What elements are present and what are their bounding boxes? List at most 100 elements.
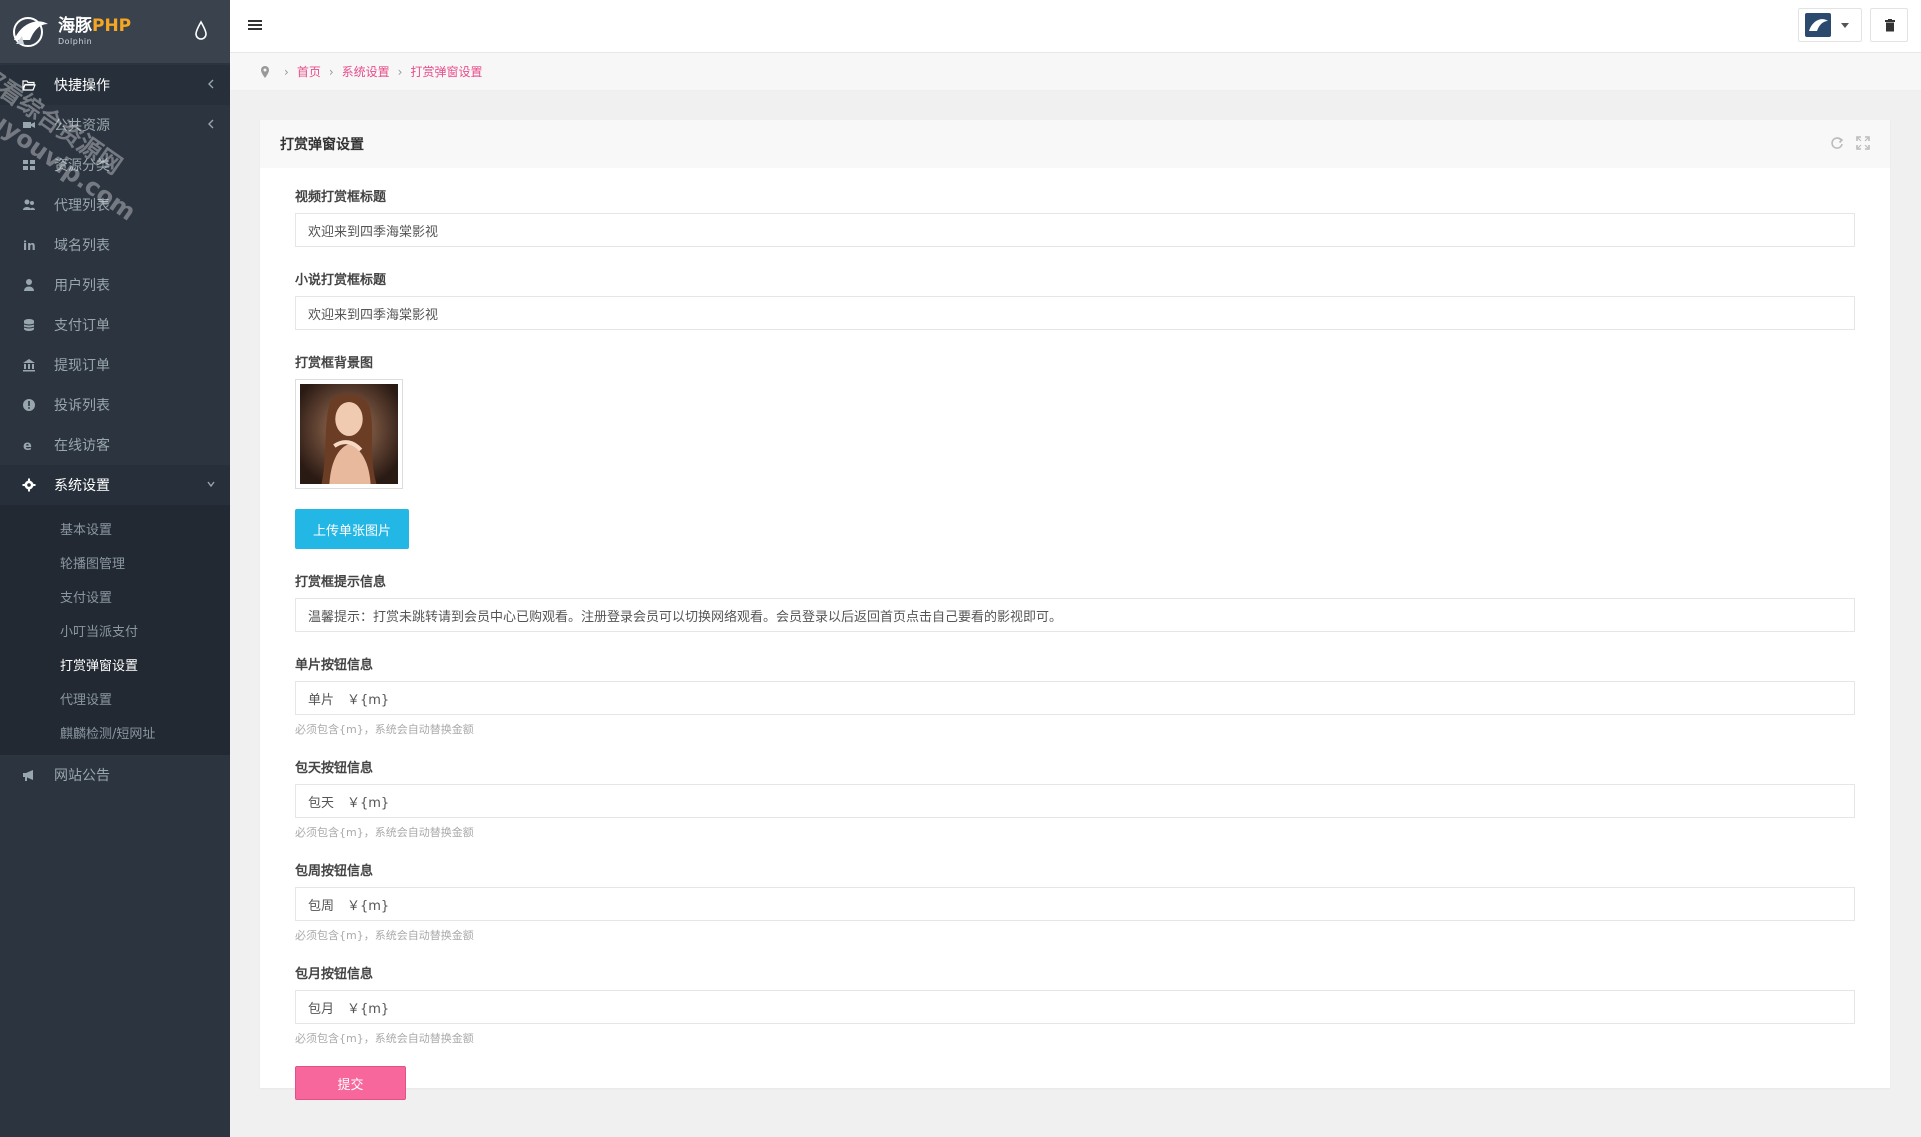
novel-title-label: 小说打赏框标题: [295, 273, 387, 288]
week-button-input[interactable]: [295, 887, 1855, 921]
day-button-help: 必须包含{m}，系统会自动替换金额: [295, 826, 474, 839]
single-button-help: 必须包含{m}，系统会自动替换金额: [295, 723, 474, 736]
video-title-input[interactable]: [295, 213, 1855, 247]
week-button-group: 包周按钮信息 必须包含{m}，系统会自动替换金额: [295, 860, 1855, 943]
svg-text:in: in: [23, 239, 36, 252]
sidebar-item-label: 提现订单: [54, 358, 110, 374]
sidebar-item-agent-list[interactable]: 代理列表: [0, 185, 230, 225]
map-marker-icon: [261, 65, 269, 78]
tip-label: 打赏框提示信息: [295, 575, 387, 590]
sidebar-item-label: 代理列表: [54, 198, 110, 214]
month-button-help: 必须包含{m}，系统会自动替换金额: [295, 1032, 474, 1045]
sidebar-nav-bottom: 网站公告: [0, 755, 230, 795]
breadcrumb-separator: ›: [397, 64, 403, 79]
submenu-item-agent-settings[interactable]: 代理设置: [0, 681, 230, 715]
chevron-left-icon: [208, 79, 214, 89]
background-image-group: 打赏框背景图 上传单张图片: [295, 352, 1855, 549]
chevron-down-icon: [207, 481, 215, 488]
background-image-label: 打赏框背景图: [295, 356, 374, 371]
sidebar-item-announcement[interactable]: 网站公告: [0, 755, 230, 795]
week-button-label: 包周按钮信息: [295, 864, 374, 879]
brand-name-php: PHP: [92, 15, 132, 36]
card-tools: [1830, 136, 1870, 150]
caret-down-icon: [1841, 23, 1849, 28]
theme-drop-icon[interactable]: [194, 20, 208, 40]
single-button-input[interactable]: [295, 681, 1855, 715]
background-image-thumbnail[interactable]: [295, 379, 403, 489]
breadcrumb-separator: ›: [328, 64, 334, 79]
breadcrumb-separator: ›: [284, 64, 289, 79]
month-button-group: 包月按钮信息 必须包含{m}，系统会自动替换金额: [295, 963, 1855, 1046]
novel-title-group: 小说打赏框标题: [295, 269, 1855, 330]
clear-cache-button[interactable]: [1870, 8, 1908, 42]
submit-button[interactable]: 提交: [295, 1066, 406, 1100]
breadcrumb-home-link[interactable]: 首页: [297, 63, 321, 80]
brand-name-en: Dolphin: [58, 36, 93, 46]
sidebar-item-label: 域名列表: [54, 238, 110, 254]
brand-name: 海豚PHP Dolphin: [58, 15, 132, 46]
database-icon: [23, 319, 35, 331]
submenu-item-payment-settings[interactable]: 支付设置: [0, 579, 230, 613]
system-settings-submenu: 基本设置 轮播图管理 支付设置 小叮当派支付 打赏弹窗设置 代理设置 麒麟检测/…: [0, 505, 230, 755]
submenu-item-carousel[interactable]: 轮播图管理: [0, 545, 230, 579]
user-menu-button[interactable]: [1798, 8, 1862, 42]
sidebar-item-domain-list[interactable]: in 域名列表: [0, 225, 230, 265]
brand-name-cn: 海豚: [58, 15, 92, 36]
video-icon: [23, 122, 35, 128]
gear-icon: [22, 478, 36, 492]
card-title: 打赏弹窗设置: [280, 137, 364, 153]
month-button-input[interactable]: [295, 990, 1855, 1024]
users-icon: [23, 199, 35, 210]
video-title-label: 视频打赏框标题: [295, 190, 387, 205]
submenu-item-qilin-shorturl[interactable]: 麒麟检测/短网址: [0, 715, 230, 749]
sidebar: 海豚PHP Dolphin 快捷操作 公共资源 资源分类 代理列表 in 域名列…: [0, 0, 230, 1137]
sidebar-item-public-resources[interactable]: 公共资源: [0, 105, 230, 145]
video-title-group: 视频打赏框标题: [295, 186, 1855, 247]
sidebar-item-label: 用户列表: [54, 278, 110, 294]
brand-logo-area[interactable]: 海豚PHP Dolphin: [0, 0, 230, 63]
breadcrumb-section-link[interactable]: 系统设置: [342, 63, 390, 80]
settings-card: 打赏弹窗设置 视频打赏框标题 小说打赏框标题 打赏框背景图: [260, 120, 1890, 1100]
card-header: 打赏弹窗设置: [260, 120, 1890, 168]
day-button-label: 包天按钮信息: [295, 761, 374, 776]
submenu-item-reward-popup[interactable]: 打赏弹窗设置: [0, 647, 230, 681]
submenu-item-xiaodingdang-pay[interactable]: 小叮当派支付: [0, 613, 230, 647]
day-button-group: 包天按钮信息 必须包含{m}，系统会自动替换金额: [295, 757, 1855, 840]
tip-input[interactable]: [295, 598, 1855, 632]
day-button-input[interactable]: [295, 784, 1855, 818]
upload-image-button[interactable]: 上传单张图片: [295, 509, 409, 549]
dolphin-avatar-icon: [1809, 19, 1828, 31]
sidebar-item-system-settings[interactable]: 系统设置: [0, 465, 230, 505]
sidebar-item-label: 资源分类: [54, 158, 110, 174]
background-image-preview: [300, 384, 398, 484]
novel-title-input[interactable]: [295, 296, 1855, 330]
grid-icon: [23, 160, 35, 170]
form-body: 视频打赏框标题 小说打赏框标题 打赏框背景图: [260, 168, 1890, 1100]
breadcrumb-current[interactable]: 打赏弹窗设置: [410, 63, 482, 80]
sidebar-item-resource-category[interactable]: 资源分类: [0, 145, 230, 185]
sidebar-item-label: 快捷操作: [54, 78, 110, 94]
sidebar-item-complaint-list[interactable]: 投诉列表: [0, 385, 230, 425]
month-button-label: 包月按钮信息: [295, 967, 374, 982]
sidebar-nav: 快捷操作 公共资源 资源分类 代理列表 in 域名列表 用户列表 支付订单 提现…: [0, 65, 230, 505]
sidebar-item-label: 在线访客: [54, 438, 110, 454]
sidebar-item-user-list[interactable]: 用户列表: [0, 265, 230, 305]
user-icon: [24, 279, 34, 291]
single-button-group: 单片按钮信息 必须包含{m}，系统会自动替换金额: [295, 654, 1855, 737]
submenu-item-basic-settings[interactable]: 基本设置: [0, 511, 230, 545]
bank-icon: [23, 359, 35, 372]
single-button-label: 单片按钮信息: [295, 658, 374, 673]
sidebar-item-label: 公共资源: [54, 118, 110, 134]
sidebar-item-quick-actions[interactable]: 快捷操作: [0, 65, 230, 105]
chevron-left-icon: [208, 119, 214, 129]
tip-group: 打赏框提示信息: [295, 571, 1855, 632]
sidebar-item-online-visitors[interactable]: e 在线访客: [0, 425, 230, 465]
hamburger-menu-icon[interactable]: [248, 18, 262, 32]
avatar: [1805, 13, 1831, 37]
sidebar-item-payment-orders[interactable]: 支付订单: [0, 305, 230, 345]
refresh-icon[interactable]: [1830, 136, 1844, 150]
svg-text:e: e: [23, 439, 32, 452]
sidebar-item-withdraw-orders[interactable]: 提现订单: [0, 345, 230, 385]
breadcrumb: › 首页 › 系统设置 › 打赏弹窗设置: [230, 53, 1921, 91]
fullscreen-icon[interactable]: [1856, 136, 1870, 150]
